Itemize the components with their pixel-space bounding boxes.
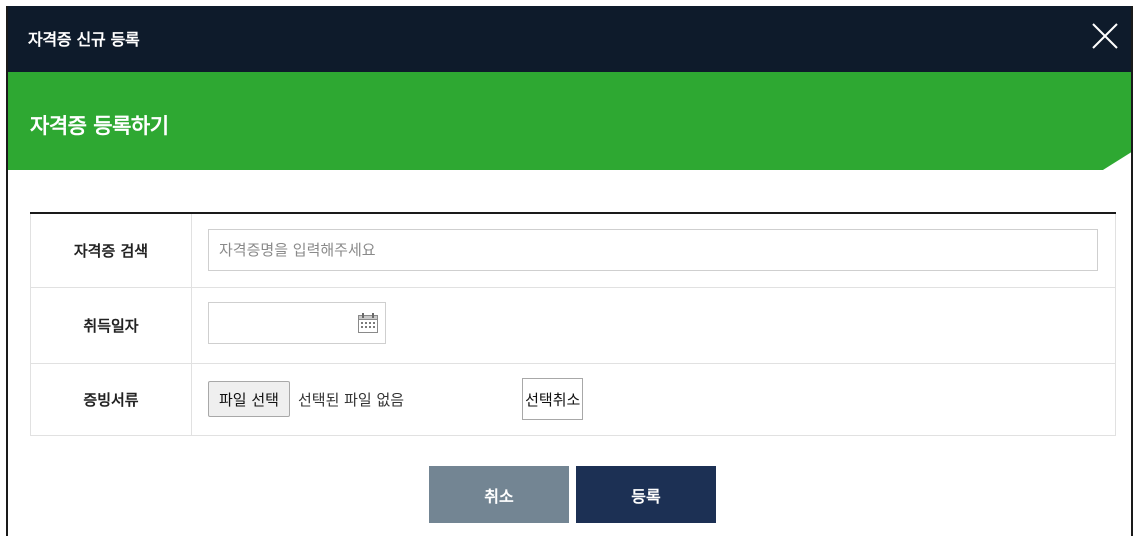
close-icon[interactable] bbox=[1089, 20, 1121, 52]
search-field-cell bbox=[191, 213, 1116, 288]
file-status-text: 선택된 파일 없음 bbox=[297, 390, 405, 409]
cancel-selection-button[interactable]: 선택취소 bbox=[522, 378, 584, 420]
form-row-search: 자격증 검색 bbox=[30, 213, 1116, 288]
dialog-titlebar: 자격증 신규 등록 bbox=[8, 6, 1131, 72]
file-upload-row: 파일 선택 선택된 파일 없음 선택취소 bbox=[208, 378, 1115, 420]
calendar-icon[interactable] bbox=[357, 312, 379, 334]
document-field-cell: 파일 선택 선택된 파일 없음 선택취소 bbox=[191, 363, 1116, 436]
certificate-dialog: 자격증 신규 등록 자격증 등록하기 자격증 검색 취득일자 bbox=[6, 6, 1133, 536]
search-label: 자격증 검색 bbox=[30, 213, 192, 288]
date-field-cell bbox=[191, 287, 1116, 364]
section-heading: 자격증 등록하기 bbox=[30, 114, 169, 138]
register-button[interactable]: 등록 bbox=[576, 466, 716, 523]
date-label: 취득일자 bbox=[30, 287, 192, 364]
certificate-search-input[interactable] bbox=[208, 229, 1098, 272]
form-row-document: 증빙서류 파일 선택 선택된 파일 없음 선택취소 bbox=[30, 363, 1116, 436]
form-row-date: 취득일자 bbox=[30, 287, 1116, 364]
dialog-title: 자격증 신규 등록 bbox=[28, 30, 140, 49]
cancel-button[interactable]: 취소 bbox=[429, 466, 569, 523]
file-select-button[interactable]: 파일 선택 bbox=[208, 381, 290, 417]
acquisition-date-input[interactable] bbox=[208, 302, 386, 344]
document-label: 증빙서류 bbox=[30, 363, 192, 436]
registration-form: 자격증 검색 취득일자 bbox=[30, 212, 1116, 436]
section-banner: 자격증 등록하기 bbox=[8, 72, 1131, 170]
